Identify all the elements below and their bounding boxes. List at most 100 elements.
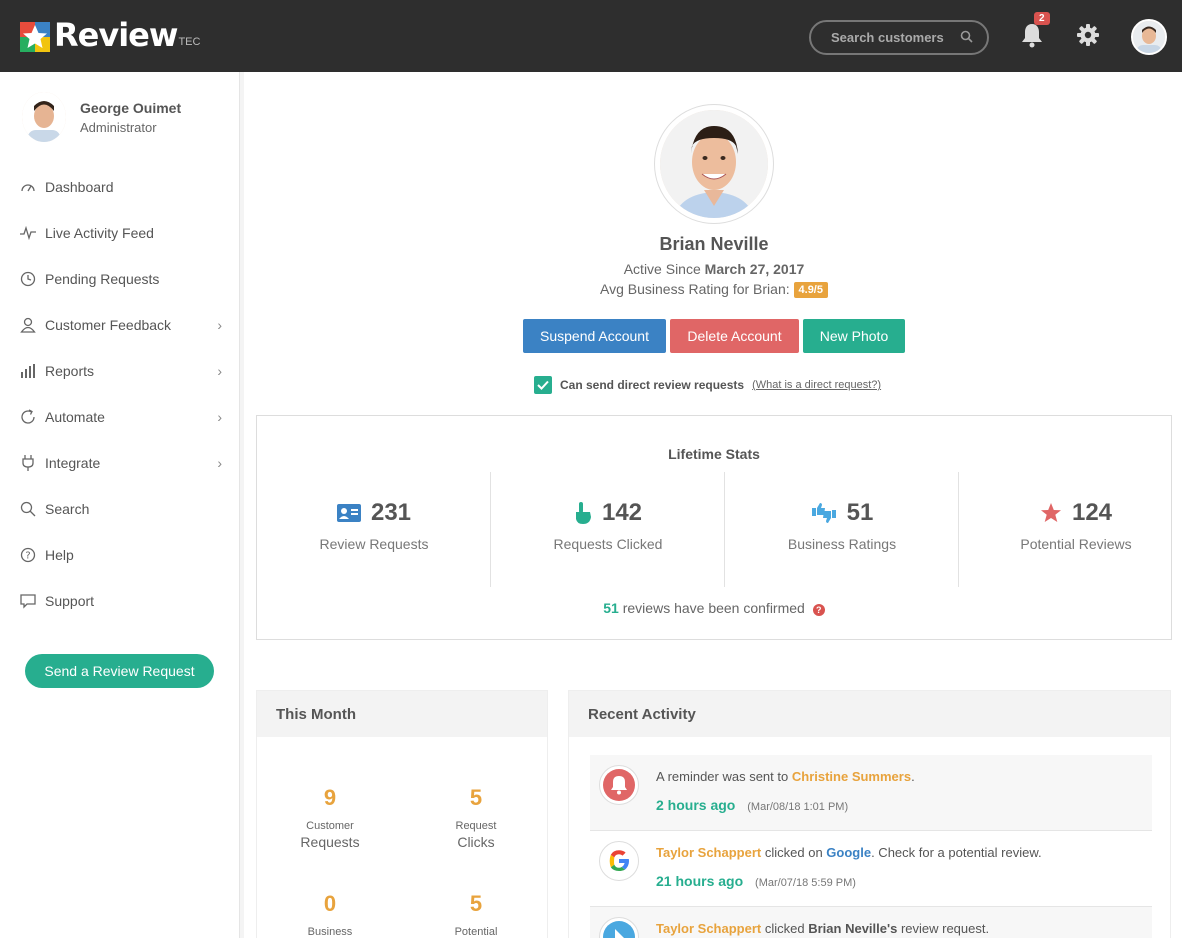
help-question-icon[interactable]: ? [812,604,825,616]
rating-badge: 4.9/5 [793,282,828,298]
lifetime-stats-title: Lifetime Stats [668,446,760,462]
customer-link[interactable]: Taylor Schappert [656,845,761,860]
month-stat-customer-requests: 9 Customer Requests [257,785,403,850]
sidebar-item-integrate[interactable]: Integrate › [0,440,240,486]
checkmark-icon [537,380,549,390]
month-stat-business: 0 Business [257,891,403,938]
month-stat-small-label: Customer [306,820,354,832]
notifications-bell-icon[interactable] [1020,22,1044,48]
search-icon [960,30,973,43]
sidebar-item-search[interactable]: Search [0,486,240,532]
cursor-click-icon [599,917,639,938]
pointer-hand-icon [575,502,591,524]
user-avatar-menu[interactable] [1131,19,1167,55]
month-stat-potential: 5 Potential [403,891,549,938]
activity-suffix: review request. [900,921,990,936]
month-stat-big-label: Clicks [457,834,495,850]
sidebar-item-label: Dashboard [45,179,114,195]
stat-label: Review Requests [319,536,429,552]
user-name: George Ouimet [80,99,182,116]
person-icon [19,316,37,334]
logo-text: Review [54,16,178,54]
send-review-request-button[interactable]: Send a Review Request [25,654,214,688]
search-placeholder: Search customers [831,30,944,45]
google-link[interactable]: Google [826,845,871,860]
sidebar-item-help[interactable]: ? Help [0,532,240,578]
sidebar-item-label: Reports [45,363,95,379]
sidebar-item-label: Customer Feedback [45,317,172,333]
clock-icon [19,270,37,288]
activity-time: 21 hours ago (Mar/07/18 5:59 PM) [656,873,856,889]
stat-requests-clicked: 142 Requests Clicked [491,472,725,587]
avatar-photo [1133,21,1165,53]
star-icon [1040,503,1061,522]
user-role: Administrator [80,119,157,135]
sidebar-item-support[interactable]: Support [0,578,240,624]
logo-star-icon [20,22,50,52]
profile-actions: Suspend Account Delete Account New Photo [523,319,905,353]
sidebar-item-pending-requests[interactable]: Pending Requests [0,256,240,302]
current-user: George Ouimet Administrator [22,92,181,142]
month-stat-value: 5 [469,891,483,916]
stat-value: 124 [1071,499,1113,526]
chat-icon [19,592,37,610]
activity-item: A reminder was sent to Christine Summers… [590,755,1152,831]
sidebar-item-automate[interactable]: Automate › [0,394,240,440]
sidebar-item-dashboard[interactable]: Dashboard [0,164,240,210]
confirmed-reviews: 51 reviews have been confirmed ? [257,600,1171,616]
stat-value: 51 [846,499,874,526]
suspend-account-button[interactable]: Suspend Account [523,319,666,353]
activity-list: A reminder was sent to Christine Summers… [590,755,1152,938]
profile-rating: Avg Business Rating for Brian: 4.9/5 [244,281,1182,298]
recent-activity-title: Recent Activity [569,691,1170,737]
chevron-right-icon: › [217,455,222,471]
activity-target: Brian Neville's [808,921,898,936]
chevron-right-icon: › [217,363,222,379]
search-icon [19,500,37,518]
month-stat-small-label: Request [455,820,497,832]
active-since-date: March 27, 2017 [704,261,805,277]
sidebar-item-label: Support [45,593,95,609]
sidebar-item-live-activity-feed[interactable]: Live Activity Feed [0,210,240,256]
bar-chart-icon [19,362,37,380]
month-stat-value: 0 [323,891,337,916]
direct-requests-checkbox[interactable] [534,376,552,394]
activity-text: Taylor Schappert clicked on Google. Chec… [656,845,1042,860]
activity-text: Taylor Schappert clicked Brian Neville's… [656,921,989,936]
direct-request-help-link[interactable]: (What is a direct request?) [752,379,881,391]
month-stat-request-clicks: 5 Request Clicks [403,785,549,850]
customer-link[interactable]: Christine Summers [792,769,911,784]
sidebar-item-label: Pending Requests [45,271,160,287]
sidebar-item-customer-feedback[interactable]: Customer Feedback › [0,302,240,348]
month-stat-small-label: Potential [454,926,498,938]
customer-link[interactable]: Taylor Schappert [656,921,761,936]
absolute-time: (Mar/07/18 5:59 PM) [755,877,856,889]
sidebar-nav: Dashboard Live Activity Feed Pending Req… [0,164,240,624]
activity-suffix: . [911,769,915,784]
logo[interactable]: Review TEC [20,18,200,52]
new-photo-button[interactable]: New Photo [803,319,905,353]
google-icon [599,841,639,881]
this-month-panel: This Month 9 Customer Requests 5 Request… [256,690,548,938]
relative-time: 2 hours ago [656,797,736,813]
settings-gear-icon[interactable] [1076,23,1100,47]
search-customers-input[interactable]: Search customers [809,20,989,55]
stat-potential-reviews: 124 Potential Reviews [959,472,1182,587]
sidebar: George Ouimet Administrator Dashboard Li… [0,72,240,938]
relative-time: 21 hours ago [656,873,744,889]
direct-requests-option: Can send direct review requests (What is… [534,376,881,394]
sidebar-item-label: Automate [45,409,105,425]
activity-text: A reminder was sent to Christine Summers… [656,769,915,784]
top-bar: Review TEC Search customers 2 [0,0,1182,72]
pulse-icon [19,224,37,242]
direct-requests-label: Can send direct review requests [560,378,745,392]
activity-middle: clicked [764,921,805,936]
refresh-icon [19,408,37,426]
activity-middle: clicked on [764,845,823,860]
activity-item: Taylor Schappert clicked Brian Neville's… [590,907,1152,938]
active-since-label: Active Since [623,261,701,277]
sidebar-item-reports[interactable]: Reports › [0,348,240,394]
main-content: Brian Neville Active Since March 27, 201… [244,72,1182,938]
delete-account-button[interactable]: Delete Account [670,319,799,353]
user-photo [22,92,66,142]
